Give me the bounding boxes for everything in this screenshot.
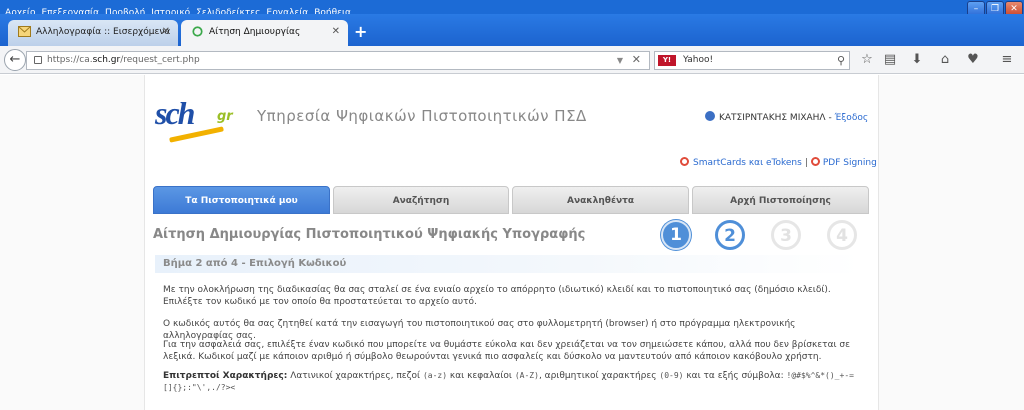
navigation-bar: ← https://ca.sch.gr/request_cert.php ▼ ✕… [0,46,1024,74]
back-icon[interactable]: ← [4,49,26,71]
lifebuoy-icon [810,157,820,166]
url-host: sch.gr [92,55,121,65]
service-title: Υπηρεσία Ψηφιακών Πιστοποιητικών ΠΣΔ [257,107,587,125]
addon-icon[interactable]: ♥ [964,51,982,69]
sch-logo[interactable]: sch gr [155,95,245,143]
url-path: /request_cert.php [120,55,200,65]
search-placeholder: Yahoo! [683,55,714,65]
allowed-text: , αριθμητικοί χαρακτήρες [538,371,657,381]
step-3-indicator: 3 [771,220,801,250]
download-icon[interactable]: ⬇ [908,51,926,69]
allowed-text: Λατινικοί χαρακτήρες, πεζοί [290,371,421,381]
allowed-label: Επιτρεπτοί Χαρακτήρες: [163,371,288,381]
tab-cert-request[interactable]: Αίτηση Δημιουργίας Πιστοποιη... ✕ [181,20,348,61]
security-paragraph: Για την ασφαλειά σας, επιλέξτε έναν κωδι… [163,340,850,362]
tab-mail[interactable]: Αλληλογραφία :: Εισερχόμενα ✕ [8,20,178,46]
mail-icon [18,26,31,37]
menu-bar: Αρχείο Επεξεργασία Προβολή Ιστορικό Σελιδοδε… [0,0,1024,18]
logout-link[interactable]: Έξοδος [835,113,869,123]
close-tab-icon[interactable]: ✕ [332,20,340,44]
url-prefix: https://ca. [47,55,93,65]
search-input[interactable]: Y! Yahoo! ⚲ [654,51,850,70]
step-4-indicator: 4 [827,220,857,250]
lifebuoy-icon [680,157,689,166]
tab-search[interactable]: Αναζήτηση [333,186,509,214]
allowed-text: και τα εξής σύμβολα: [686,371,784,381]
allowed-digits: (0-9) [659,371,684,380]
home-icon[interactable]: ⌂ [936,51,954,69]
tab-mail-label: Αλληλογραφία :: Εισερχόμενα [36,27,171,37]
intro-paragraph: Με την ολοκλήρωση της διαδικασίας θα σας… [163,285,831,307]
logo-suffix: gr [217,109,233,124]
dropdown-icon[interactable]: ▼ [617,52,623,69]
allowed-text: και κεφαλαίοι [449,371,512,381]
step-2-indicator: 2 [715,220,745,250]
tab-strip: Αλληλογραφία :: Εισερχόμενα ✕ Αίτηση Δημ… [0,14,1024,61]
yahoo-icon[interactable]: Y! [658,55,676,66]
close-tab-icon[interactable]: ✕ [162,20,170,44]
allowed-lowercase: (a-z) [422,371,448,380]
tab-revoked[interactable]: Ανακληθέντα [512,186,689,214]
allowed-uppercase: (A-Z) [514,371,539,380]
loading-icon [192,26,203,37]
lock-icon [34,56,42,64]
step-subheading: Βήμα 2 από 4 - Επιλογή Κωδικού [155,255,861,273]
tab-my-certificates[interactable]: Τα Πιστοποιητικά μου [153,186,330,214]
bookmark-star-icon[interactable]: ☆ [858,51,876,69]
user-info: ΚΑΤΣΙΡΝΤΑΚΗΣ ΜΙΧΑΗΛ - Έξοδος [705,111,868,123]
smartcards-link[interactable]: SmartCards και eTokens [693,158,802,168]
page-content: sch gr Υπηρεσία Ψηφιακών Πιστοποιητικών … [144,75,879,410]
tab-certificate-authority[interactable]: Αρχή Πιστοποίησης [692,186,869,214]
reading-list-icon[interactable]: ▤ [881,51,899,69]
step-1-indicator: 1 [661,220,691,250]
new-tab-icon[interactable]: + [354,22,367,41]
hamburger-menu-icon[interactable]: ≡ [998,51,1016,69]
user-icon [705,111,715,121]
help-links: SmartCards και eTokens | PDF Signing [680,157,877,168]
stop-icon[interactable]: ✕ [632,51,641,68]
allowed-characters: Επιτρεπτοί Χαρακτήρες: Λατινικοί χαρακτή… [163,370,863,394]
page-viewport: sch gr Υπηρεσία Ψηφιακών Πιστοποιητικών … [0,75,1024,410]
page-title: Αίτηση Δημιουργίας Πιστοποιητικού Ψηφιακ… [153,227,586,242]
search-icon[interactable]: ⚲ [837,52,845,69]
logo-text: sch [155,95,195,131]
pdf-signing-link[interactable]: PDF Signing [823,158,877,168]
address-bar[interactable]: https://ca.sch.gr/request_cert.php ▼ ✕ [26,51,650,70]
user-name: ΚΑΤΣΙΡΝΤΑΚΗΣ ΜΙΧΑΗΛ [719,113,826,123]
